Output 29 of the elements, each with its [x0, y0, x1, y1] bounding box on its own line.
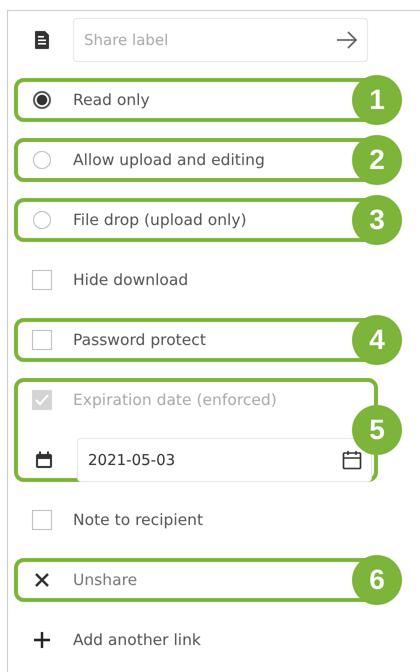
calendar-icon[interactable] [342, 450, 362, 470]
checkbox[interactable] [32, 270, 52, 290]
option-label: Expiration date (enforced) [73, 391, 277, 409]
callout-number: 6 [352, 555, 402, 605]
option-label: Allow upload and editing [73, 151, 265, 169]
option-label: File drop (upload only) [73, 211, 247, 229]
close-icon[interactable] [35, 573, 49, 587]
option-label: Hide download [73, 271, 188, 289]
radio-button[interactable] [33, 151, 51, 169]
document-icon [35, 31, 49, 49]
radio-button[interactable] [33, 211, 51, 229]
checkbox[interactable] [32, 510, 52, 530]
callout-number: 4 [352, 315, 402, 365]
callout-number: 1 [352, 75, 402, 125]
radio-button[interactable] [33, 91, 51, 109]
option-label: Read only [73, 91, 150, 109]
option-label: Password protect [73, 331, 206, 349]
unshare-link[interactable]: Unshare [73, 571, 138, 589]
option-label: Note to recipient [73, 511, 204, 529]
share-label-field[interactable]: Share label [73, 18, 368, 62]
callout-number: 2 [352, 135, 402, 185]
callout-number: 5 [352, 405, 402, 455]
add-link[interactable]: Add another link [73, 631, 201, 649]
calendar-icon [35, 451, 53, 469]
checkbox[interactable] [32, 330, 52, 350]
plus-icon[interactable] [34, 632, 50, 648]
callout-number: 3 [352, 195, 402, 245]
arrow-right-icon[interactable] [336, 31, 358, 49]
date-field[interactable]: 2021-05-03 [77, 438, 372, 482]
